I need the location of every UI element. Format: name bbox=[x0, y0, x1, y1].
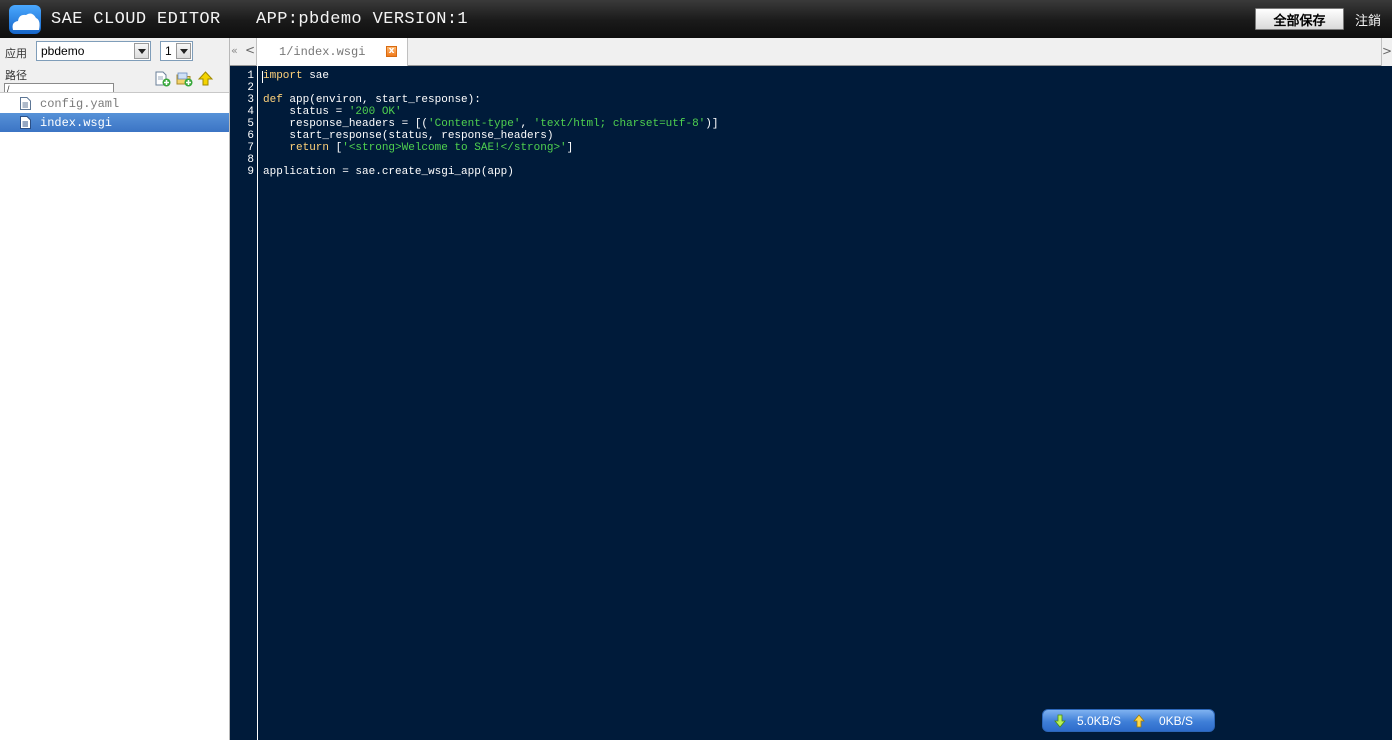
code-token: ] bbox=[566, 142, 574, 154]
save-all-button[interactable]: 全部保存 bbox=[1255, 8, 1344, 30]
app-select[interactable]: pbdemo bbox=[36, 41, 151, 61]
code-line-4: status = '200 OK' bbox=[263, 106, 402, 118]
tab-index-wsgi[interactable]: 1/index.wsgi x bbox=[256, 38, 408, 66]
string-token: '200 OK' bbox=[348, 106, 402, 118]
code-line-7: return ['<strong>Welcome to SAE!</strong… bbox=[263, 142, 573, 154]
app-label: 应用 bbox=[5, 47, 27, 60]
code-token: application = sae.create_wsgi_app(app) bbox=[263, 166, 514, 178]
logout-link[interactable]: 注銷 bbox=[1355, 10, 1381, 29]
string-token: '<strong>Welcome to SAE!</strong>' bbox=[342, 142, 567, 154]
sidebar: 应用 pbdemo 1 路径 / config.yaml index.wsgi bbox=[0, 38, 230, 740]
code-token: response_headers = [( bbox=[263, 118, 429, 130]
arrow-down-icon bbox=[1054, 714, 1066, 728]
sae-cloud-logo-icon bbox=[9, 5, 41, 34]
code-token: , bbox=[520, 118, 534, 130]
chevron-down-icon[interactable] bbox=[134, 43, 149, 59]
path-row: 路径 / bbox=[0, 65, 230, 93]
file-icon bbox=[20, 116, 31, 129]
line-number: 6 bbox=[247, 130, 254, 142]
upload-speed: 0KB/S bbox=[1159, 714, 1194, 728]
code-line-9: application = sae.create_wsgi_app(app) bbox=[263, 166, 514, 178]
path-label: 路径 bbox=[5, 69, 27, 82]
code-text-area[interactable]: import sae def app(environ, start_respon… bbox=[263, 66, 1383, 740]
collapse-sidebar-button[interactable]: « bbox=[231, 44, 238, 57]
line-number: 9 bbox=[247, 166, 254, 178]
chevron-down-icon[interactable] bbox=[176, 43, 191, 59]
keyword-token: def bbox=[263, 94, 283, 106]
file-label: config.yaml bbox=[40, 97, 120, 111]
new-file-icon[interactable] bbox=[154, 71, 171, 87]
keyword-token: return bbox=[263, 142, 330, 154]
code-token: sae bbox=[302, 70, 330, 82]
tab-strip: « < 1/index.wsgi x > bbox=[230, 38, 1392, 66]
string-token: 'Content-type' bbox=[428, 118, 521, 130]
tab-scroll-right-button[interactable]: > bbox=[1381, 38, 1392, 66]
network-speed-indicator: 5.0KB/S 0KB/S bbox=[1042, 709, 1215, 732]
app-selector-row: 应用 pbdemo 1 bbox=[0, 38, 230, 65]
line-number: 4 bbox=[247, 106, 254, 118]
file-icon bbox=[20, 97, 31, 110]
code-token: [ bbox=[329, 142, 343, 154]
line-number: 3 bbox=[247, 94, 254, 106]
code-token: status = bbox=[263, 106, 349, 118]
file-item-index-wsgi[interactable]: index.wsgi bbox=[0, 113, 229, 132]
file-tree: config.yaml index.wsgi bbox=[0, 92, 229, 740]
code-token: )] bbox=[705, 118, 719, 130]
code-token: app(environ, start_response): bbox=[282, 94, 481, 106]
version-select-value: 1 bbox=[165, 44, 172, 58]
upload-icon[interactable] bbox=[197, 71, 214, 87]
arrow-up-icon bbox=[1133, 714, 1145, 728]
code-line-5: response_headers = [('Content-type', 'te… bbox=[263, 118, 719, 130]
string-token: 'text/html; charset=utf-8' bbox=[533, 118, 706, 130]
tab-scroll-left-button[interactable]: < bbox=[245, 43, 255, 57]
code-line-1: import sae bbox=[263, 70, 329, 82]
line-number: 2 bbox=[247, 82, 254, 94]
line-number: 1 bbox=[247, 70, 254, 82]
file-item-config-yaml[interactable]: config.yaml bbox=[0, 94, 229, 113]
new-folder-icon[interactable] bbox=[176, 71, 193, 87]
top-bar: SAE CLOUD EDITOR APP:pbdemo VERSION:1 全部… bbox=[0, 0, 1392, 38]
download-speed: 5.0KB/S bbox=[1077, 714, 1122, 728]
line-number-gutter: 1 2 3 4 5 6 7 8 9 bbox=[230, 66, 258, 740]
app-title: SAE CLOUD EDITOR bbox=[51, 10, 221, 29]
line-number: 8 bbox=[247, 154, 254, 166]
close-icon[interactable]: x bbox=[386, 46, 397, 57]
app-select-value: pbdemo bbox=[41, 44, 85, 58]
code-token: start_response(status, response_headers) bbox=[263, 130, 554, 142]
keyword-token: import bbox=[263, 70, 303, 82]
line-number: 5 bbox=[247, 118, 254, 130]
version-select[interactable]: 1 bbox=[160, 41, 193, 61]
line-number: 7 bbox=[247, 142, 254, 154]
file-label: index.wsgi bbox=[40, 116, 113, 130]
code-line-6: start_response(status, response_headers) bbox=[263, 130, 553, 142]
app-version-info: APP:pbdemo VERSION:1 bbox=[256, 10, 469, 29]
code-line-3: def app(environ, start_response): bbox=[263, 94, 481, 106]
code-editor[interactable]: 1 2 3 4 5 6 7 8 9 import sae def app(env… bbox=[230, 66, 1392, 740]
tab-label: 1/index.wsgi bbox=[279, 45, 366, 59]
